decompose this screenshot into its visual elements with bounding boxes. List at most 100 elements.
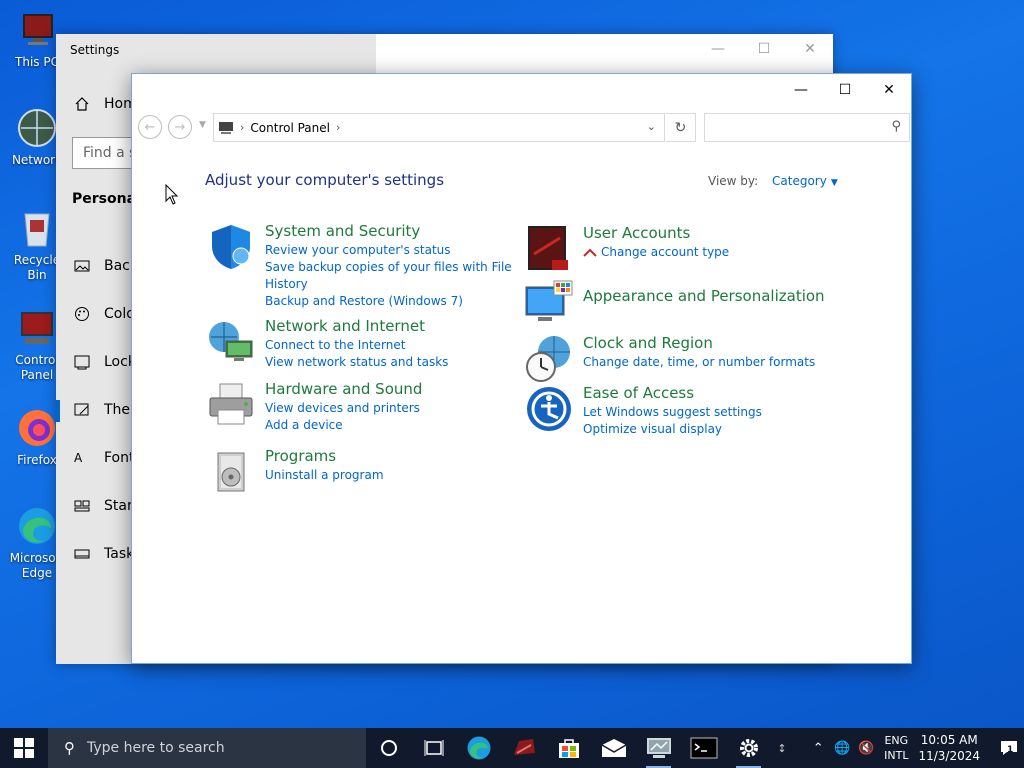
recent-locations-chevron-icon[interactable]: ▼ — [199, 120, 206, 130]
task-view-icon — [424, 740, 443, 756]
search-icon: ⚲ — [891, 119, 901, 134]
maximize-button[interactable]: ☐ — [823, 74, 867, 106]
mouse-cursor-icon — [165, 184, 179, 205]
clock-globe-icon — [526, 336, 570, 382]
taskbar-search-placeholder: Type here to search — [87, 740, 225, 756]
category-link[interactable]: View devices and printers — [265, 400, 422, 417]
chevron-down-icon[interactable]: ⌄ — [647, 120, 656, 133]
title-bar[interactable]: — ☐ ✕ — [132, 74, 911, 106]
search-input[interactable]: ⚲ — [704, 113, 910, 142]
taskbar-edge[interactable] — [456, 728, 501, 768]
view-by-dropdown[interactable]: Category — [772, 174, 827, 188]
input-language[interactable]: ENG INTL — [884, 733, 908, 763]
taskbar-app[interactable] — [501, 728, 546, 768]
edge-icon — [19, 508, 55, 544]
programs-icon — [217, 452, 245, 492]
breadcrumb-control-panel[interactable]: Control Panel — [250, 121, 330, 135]
search-icon: ⚲ — [64, 739, 75, 757]
forward-button[interactable]: → — [168, 115, 192, 139]
settings-title: Settings — [70, 43, 120, 57]
arrow-right-icon: → — [174, 119, 186, 135]
cortana-button[interactable] — [366, 728, 411, 768]
network-icon — [18, 109, 56, 147]
category-link[interactable]: Optimize visual display — [583, 421, 762, 438]
settings-window-controls: — ☐ ✕ — [695, 34, 833, 64]
taskbar-control-panel[interactable] — [636, 728, 681, 768]
desktop-icon-label: Network — [11, 153, 63, 167]
system-tray: ⌃ 🌐 🔇 ENG INTL 10:05 AM 11/3/2024 1 — [806, 728, 1024, 768]
chevron-right-icon[interactable]: › — [336, 121, 340, 134]
category-title[interactable]: System and Security — [265, 222, 512, 241]
minimize-button[interactable]: — — [779, 74, 823, 106]
control-panel-icon — [646, 738, 671, 758]
refresh-icon: ↻ — [674, 119, 687, 136]
category-link[interactable]: History — [265, 276, 512, 293]
taskbar-search-box[interactable]: ⚲ Type here to search — [48, 728, 366, 768]
category-link[interactable]: Change date, time, or number formats — [583, 354, 815, 371]
category-link[interactable]: Add a device — [265, 417, 422, 434]
back-button[interactable]: ← — [138, 115, 162, 139]
ease-of-access-icon — [527, 387, 571, 431]
minimize-icon[interactable]: — — [695, 34, 741, 64]
brush-icon — [74, 403, 89, 416]
category-appearance: Appearance and Personalization — [524, 279, 825, 329]
category-programs: Programs Uninstall a program — [206, 447, 384, 497]
palette-icon — [75, 307, 89, 321]
category-link[interactable]: Backup and Restore (Windows 7) — [265, 293, 512, 310]
category-link[interactable]: Review your computer's status — [265, 242, 512, 259]
recycle-bin-icon — [24, 213, 50, 247]
app-icon — [513, 739, 535, 755]
category-title[interactable]: Network and Internet — [265, 317, 448, 336]
category-link[interactable]: Let Windows suggest settings — [583, 404, 762, 421]
taskbar-terminal[interactable] — [681, 728, 726, 768]
close-button[interactable]: ✕ — [867, 74, 911, 106]
clock[interactable]: 10:05 AM 11/3/2024 — [918, 732, 980, 764]
category-link[interactable]: Uninstall a program — [265, 467, 384, 484]
terminal-icon — [690, 737, 717, 759]
maximize-icon[interactable]: ☐ — [741, 34, 787, 64]
volume-muted-icon[interactable]: 🔇 — [854, 741, 878, 756]
taskbar-scroll[interactable]: ↕ — [771, 728, 793, 768]
refresh-button[interactable]: ↻ — [666, 113, 696, 142]
taskbar-store[interactable] — [546, 728, 591, 768]
start-icon — [74, 500, 90, 512]
category-link[interactable]: View network status and tasks — [265, 354, 448, 371]
network-globe-tray-icon[interactable]: 🌐 — [830, 741, 854, 756]
chevron-right-icon[interactable]: › — [240, 121, 244, 134]
category-clock-region: Clock and Region Change date, time, or n… — [524, 334, 815, 384]
category-title[interactable]: Programs — [265, 447, 384, 466]
shield-icon — [212, 225, 250, 269]
view-by: View by: Category ▼ — [708, 174, 838, 188]
view-by-label: View by: — [708, 174, 759, 188]
taskbar-icon — [74, 549, 90, 559]
show-hidden-icons-chevron-up-icon[interactable]: ⌃ — [806, 741, 830, 756]
task-view-button[interactable] — [411, 728, 456, 768]
category-system-security: System and Security Review your computer… — [206, 222, 512, 310]
category-title[interactable]: Clock and Region — [583, 334, 815, 353]
taskbar-mail[interactable] — [591, 728, 636, 768]
category-title[interactable]: Hardware and Sound — [265, 380, 422, 399]
category-title[interactable]: Appearance and Personalization — [583, 287, 825, 306]
notifications-button[interactable]: 1 — [994, 728, 1024, 768]
clock-time: 10:05 AM — [920, 733, 978, 747]
store-icon — [558, 739, 579, 758]
maximize-icon: ☐ — [838, 82, 852, 98]
taskbar-settings[interactable] — [726, 728, 771, 768]
address-bar[interactable]: › Control Panel › ⌄ — [213, 113, 665, 142]
category-link[interactable]: Change account type — [601, 244, 729, 261]
network-globe-icon — [209, 322, 253, 361]
windows-logo-icon — [14, 738, 34, 758]
control-panel-window[interactable]: — ☐ ✕ ← → ▼ › Control Panel › ⌄ ↻ ⚲ Adju… — [131, 73, 912, 664]
window-controls: — ☐ ✕ — [779, 74, 911, 106]
category-title[interactable]: User Accounts — [583, 224, 729, 243]
start-button[interactable] — [0, 728, 48, 768]
category-link[interactable]: Save backup copies of your files with Fi… — [265, 259, 512, 276]
taskbar: ⚲ Type here to search ↕ ⌃ 🌐 🔇 ENG INTL 1… — [0, 728, 1024, 768]
close-icon[interactable]: ✕ — [787, 34, 833, 64]
category-link[interactable]: Connect to the Internet — [265, 337, 448, 354]
page-title: Adjust your computer's settings — [205, 171, 445, 189]
caret-down-icon[interactable]: ▼ — [831, 178, 838, 188]
desktop-icon-label: Firefox — [17, 453, 57, 467]
category-title[interactable]: Ease of Access — [583, 384, 762, 403]
category-ease-access: Ease of Access Let Windows suggest setti… — [524, 384, 762, 438]
